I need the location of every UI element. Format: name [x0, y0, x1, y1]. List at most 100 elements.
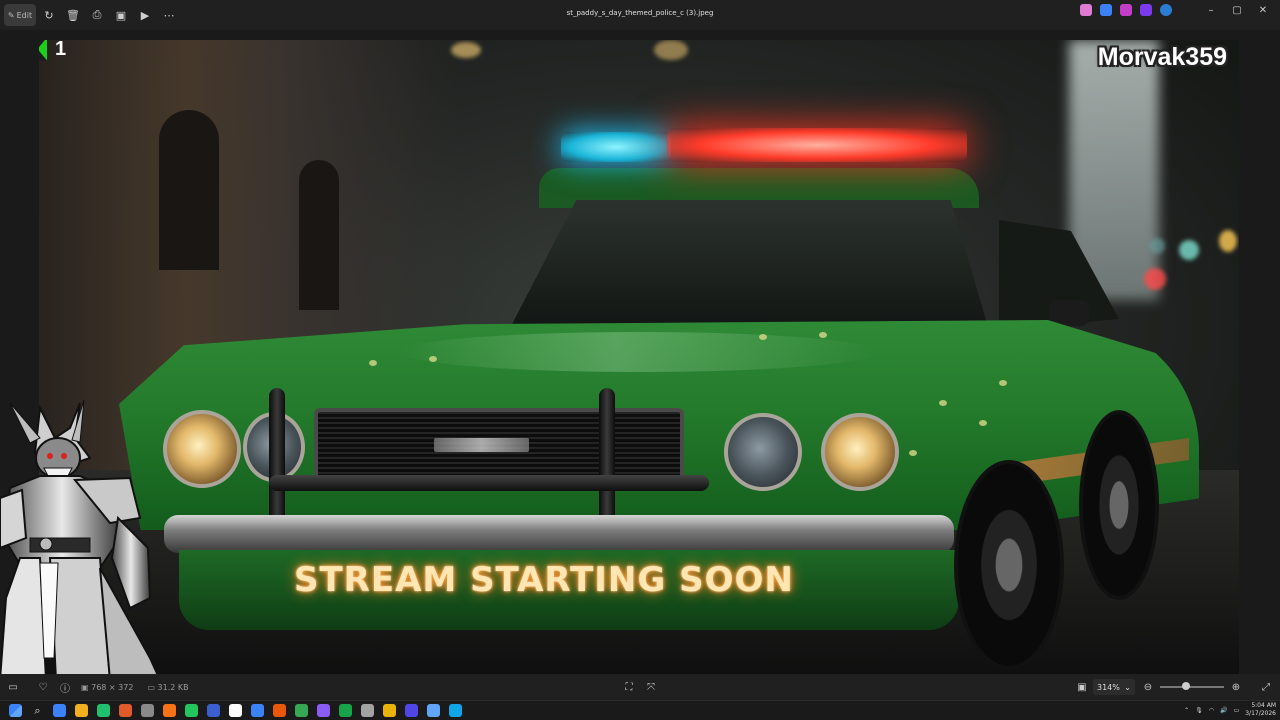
- taskbar-app-icon[interactable]: [185, 704, 198, 717]
- clipchamp-icon[interactable]: [1140, 4, 1152, 16]
- clock-date: 3/17/2026: [1245, 710, 1276, 717]
- image-dimensions: ▣ 768 × 372: [81, 682, 134, 692]
- fullscreen-button[interactable]: ⤢: [1256, 677, 1276, 697]
- image-viewer[interactable]: STREAM STARTING SOON 1 Morvak359: [0, 30, 1280, 680]
- headlight-right: [821, 413, 899, 491]
- zoom-out-button[interactable]: ⊖: [1138, 677, 1158, 697]
- shamrock-decal: [759, 334, 767, 340]
- copilot-icon[interactable]: [1080, 4, 1092, 16]
- taskbar-app-icon[interactable]: [383, 704, 396, 717]
- taskbar-app-icon[interactable]: [427, 704, 440, 717]
- print-icon: ⎙: [92, 8, 102, 21]
- headlight-right-inner: [724, 413, 802, 491]
- zoom-in-button[interactable]: ⊕: [1226, 677, 1246, 697]
- onedrive-icon[interactable]: [1160, 4, 1172, 16]
- samurai-mascot: [0, 399, 162, 680]
- taskbar-apps: [44, 704, 462, 717]
- actual-size-icon: ⤧: [647, 681, 655, 693]
- shamrock-decal: [909, 450, 917, 456]
- taskbar-app-icon[interactable]: [53, 704, 66, 717]
- volume-icon[interactable]: 🔊: [1220, 707, 1227, 714]
- shamrock-decal: [979, 420, 987, 426]
- police-car: STREAM STARTING SOON: [119, 120, 1199, 674]
- taskbar-app-icon[interactable]: [295, 704, 308, 717]
- shamrock-decal: [819, 332, 827, 338]
- system-tray: ⌃ 🎙 ◠ 🔊 ▭ 5:04 AM 3/17/2026: [1184, 702, 1276, 718]
- print-button[interactable]: ⎙: [86, 4, 108, 26]
- rotate-button[interactable]: ↻: [38, 4, 60, 26]
- maximize-button[interactable]: ▢: [1228, 5, 1246, 16]
- taskbar-app-icon[interactable]: [141, 704, 154, 717]
- fill-icon: ▣: [1077, 681, 1087, 693]
- taskbar-app-icon[interactable]: [273, 704, 286, 717]
- wifi-icon[interactable]: ◠: [1209, 707, 1214, 714]
- fullscreen-icon: ⤢: [1262, 681, 1270, 693]
- taskbar-app-icon[interactable]: [405, 704, 418, 717]
- chevron-down-icon: ⌄: [1124, 682, 1131, 692]
- edit-icon: ✎: [7, 10, 15, 20]
- grille-badge: [434, 438, 529, 452]
- designer-icon[interactable]: [1120, 4, 1132, 16]
- actual-size-button[interactable]: ⤧: [641, 677, 661, 697]
- favorite-button[interactable]: ♡: [33, 677, 53, 697]
- zoom-slider[interactable]: [1160, 682, 1224, 690]
- car-mirror: [1049, 300, 1089, 326]
- taskbar: ⌕ ⌃ 🎙 ◠ 🔊 ▭ 5:04 AM 3/17/2026: [0, 700, 1280, 720]
- edit-label: Edit: [16, 10, 33, 20]
- fit-to-window-button[interactable]: ⛶: [619, 677, 639, 697]
- zoom-value: 314%: [1097, 682, 1120, 692]
- fill-window-button[interactable]: ▣: [1072, 677, 1092, 697]
- rotate-icon: ↻: [44, 8, 54, 22]
- zoom-slider-knob[interactable]: [1181, 682, 1190, 690]
- clock[interactable]: 5:04 AM 3/17/2026: [1245, 702, 1276, 718]
- taskbar-app-icon[interactable]: [317, 704, 330, 717]
- minimize-button[interactable]: –: [1202, 5, 1220, 16]
- shamrock-decal: [999, 380, 1007, 386]
- taskbar-app-icon[interactable]: [449, 704, 462, 717]
- fit-icon: ⛶: [625, 681, 633, 693]
- edit-image-button[interactable]: ▣: [110, 4, 132, 26]
- shamrock-decal: [429, 356, 437, 362]
- taskbar-app-icon[interactable]: [75, 704, 88, 717]
- taskbar-app-icon[interactable]: [119, 704, 132, 717]
- slideshow-button[interactable]: ▶: [134, 4, 156, 26]
- heart-icon: ♡: [38, 681, 48, 693]
- image-dimensions-value: 768 × 372: [91, 682, 134, 692]
- taskbar-app-icon[interactable]: [163, 704, 176, 717]
- kick-logo: 1: [39, 40, 66, 61]
- headlight-left: [163, 410, 241, 488]
- mic-icon[interactable]: 🎙: [1195, 707, 1203, 714]
- kick-count: 1: [55, 40, 67, 60]
- edit-button[interactable]: ✎ Edit: [4, 4, 36, 26]
- taskbar-app-icon[interactable]: [339, 704, 352, 717]
- file-info-button[interactable]: ⓘ: [55, 677, 75, 697]
- taskbar-app-icon[interactable]: [207, 704, 220, 717]
- start-icon[interactable]: [9, 704, 22, 717]
- taskbar-app-icon[interactable]: [229, 704, 242, 717]
- file-size-value: 31.2 KB: [157, 682, 189, 692]
- channel-name: Morvak359: [1097, 43, 1227, 71]
- zoom-dropdown[interactable]: 314% ⌄: [1093, 679, 1135, 695]
- clock-time: 5:04 AM: [1251, 702, 1276, 709]
- displayed-image: STREAM STARTING SOON 1 Morvak359: [39, 40, 1239, 674]
- chevron-up-icon[interactable]: ⌃: [1184, 707, 1189, 714]
- shamrock-decal: [939, 400, 947, 406]
- taskbar-app-icon[interactable]: [251, 704, 264, 717]
- close-button[interactable]: ✕: [1254, 5, 1272, 16]
- more-button[interactable]: ⋯: [158, 4, 180, 26]
- taskbar-app-icon[interactable]: [97, 704, 110, 717]
- zoom-out-icon: ⊖: [1143, 681, 1153, 693]
- search-icon[interactable]: ⌕: [31, 704, 44, 717]
- status-bar: ▭ ♡ ⓘ ▣ 768 × 372 ▭ 31.2 KB ⛶ ⤧ ▣ 314% ⌄…: [0, 674, 1280, 700]
- edit-app-icon[interactable]: [1100, 4, 1112, 16]
- filmstrip-button[interactable]: ▭: [3, 677, 23, 697]
- file-size: ▭ 31.2 KB: [147, 682, 189, 692]
- siren-blue-light: [561, 132, 671, 162]
- delete-button[interactable]: 🗑: [62, 4, 84, 26]
- filmstrip-icon: ▭: [8, 681, 18, 693]
- taskbar-app-icon[interactable]: [361, 704, 374, 717]
- kick-icon: [39, 40, 47, 61]
- toolbar-left: ✎ Edit ↻ 🗑 ⎙ ▣ ▶ ⋯: [0, 4, 180, 26]
- battery-icon[interactable]: ▭: [1234, 707, 1240, 714]
- more-icon: ⋯: [163, 8, 175, 22]
